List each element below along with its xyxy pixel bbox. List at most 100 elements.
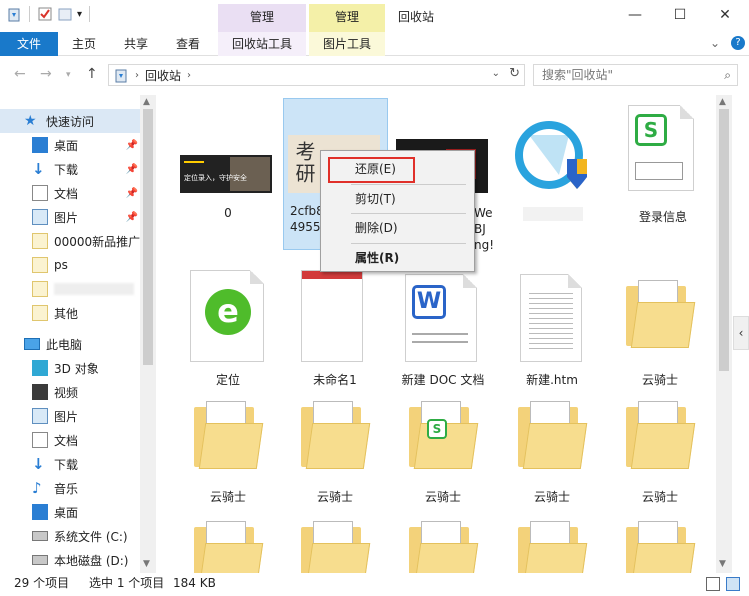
sidebar-item-pc-documents[interactable]: 文档 xyxy=(0,428,140,452)
folder-item[interactable]: 云骑士 xyxy=(285,395,385,505)
up-arrow-icon[interactable]: ↑ xyxy=(86,66,98,82)
file-name: 新建.htm xyxy=(526,373,578,387)
folder-icon xyxy=(626,521,696,573)
expand-ribbon-icon[interactable]: ⌄ xyxy=(710,36,720,50)
spreadsheet-file-icon: S xyxy=(628,105,694,191)
document-icon xyxy=(32,185,48,201)
sidebar-item-drive-c[interactable]: 系统文件 (C:) xyxy=(0,524,140,548)
folder-icon xyxy=(301,401,371,471)
file-item[interactable]: 未命名1 xyxy=(285,270,385,390)
folder-item[interactable]: 云骑士 xyxy=(178,395,278,505)
address-bar[interactable]: › 回收站 › ⌄ ↻ xyxy=(108,64,525,86)
scroll-up-icon[interactable]: ▲ xyxy=(719,97,726,107)
folder-icon xyxy=(626,280,696,350)
recycle-bin-icon[interactable] xyxy=(6,6,22,22)
sidebar-item-folder-other[interactable]: 其他 xyxy=(0,301,140,325)
details-view-icon[interactable] xyxy=(706,577,720,591)
folder-item[interactable] xyxy=(285,515,385,573)
folder-item[interactable] xyxy=(502,515,602,573)
breadcrumb-chevron-icon[interactable]: › xyxy=(135,70,139,81)
file-item[interactable]: W 新建 DOC 文档 xyxy=(393,270,493,390)
word-doc-icon: W xyxy=(405,274,477,362)
scroll-up-icon[interactable]: ▲ xyxy=(143,97,150,107)
sidebar-item-music[interactable]: ♪ 音乐 xyxy=(0,476,140,500)
scroll-down-icon[interactable]: ▼ xyxy=(719,559,726,569)
thumbnail-caption: 考研 xyxy=(292,141,316,185)
new-folder-icon[interactable] xyxy=(57,6,73,22)
menu-item-cut[interactable]: 剪切(T) xyxy=(321,188,474,210)
desktop-icon xyxy=(32,137,48,153)
file-item[interactable]: e 定位 xyxy=(178,270,278,390)
breadcrumb-chevron-icon[interactable]: › xyxy=(187,70,191,81)
menu-item-restore[interactable]: 还原(E) xyxy=(321,158,474,180)
recent-locations-icon[interactable]: ▾ xyxy=(66,70,71,80)
video-icon xyxy=(32,384,48,400)
sidebar-item-pictures[interactable]: 图片 📌 xyxy=(0,205,140,229)
menu-separator xyxy=(351,243,466,244)
sidebar-item-folder-promo[interactable]: 00000新品推广 xyxy=(0,229,140,253)
sidebar-item-pc-downloads[interactable]: ↓ 下载 xyxy=(0,452,140,476)
folder-item[interactable]: 云骑士 xyxy=(610,395,710,505)
customize-toolbar-icon[interactable]: ▾ xyxy=(77,9,82,20)
file-item[interactable]: 新建.htm xyxy=(502,270,602,390)
folder-icon xyxy=(194,401,264,471)
file-item[interactable] xyxy=(503,115,603,225)
search-placeholder: 搜索"回收站" xyxy=(542,68,614,82)
folder-item[interactable]: 云骑士 xyxy=(610,270,710,390)
menu-item-delete[interactable]: 删除(D) xyxy=(321,217,474,239)
sidebar-item-quick-access[interactable]: ★ 快速访问 xyxy=(0,109,140,133)
sidebar-item-drive-d[interactable]: 本地磁盘 (D:) xyxy=(0,548,140,572)
menu-separator xyxy=(351,213,466,214)
large-icons-view-icon[interactable] xyxy=(726,577,740,591)
forward-arrow-icon[interactable]: → xyxy=(40,66,52,82)
sidebar-item-folder-ps[interactable]: ps xyxy=(0,253,140,277)
close-button[interactable]: ✕ xyxy=(703,0,747,30)
file-item[interactable]: S 登录信息 xyxy=(613,105,713,225)
tab-share[interactable]: 共享 xyxy=(114,32,158,56)
properties-icon[interactable] xyxy=(37,6,53,22)
sidebar-item-pc-desktop[interactable]: 桌面 xyxy=(0,500,140,524)
sidebar-item-pc-pictures[interactable]: 图片 xyxy=(0,404,140,428)
scroll-thumb[interactable] xyxy=(143,109,153,365)
sidebar-item-folder-hidden[interactable] xyxy=(0,277,140,301)
tab-file[interactable]: 文件 xyxy=(0,32,58,56)
sidebar-item-documents[interactable]: 文档 📌 xyxy=(0,181,140,205)
refresh-icon[interactable]: ↻ xyxy=(509,66,520,81)
folder-item[interactable] xyxy=(178,515,278,573)
folder-item[interactable]: S 云骑士 xyxy=(393,395,493,505)
scroll-down-icon[interactable]: ▼ xyxy=(143,559,150,569)
folder-item[interactable]: 云骑士 xyxy=(502,395,602,505)
file-list-scrollbar[interactable]: ▲ ▼ xyxy=(716,95,732,573)
drive-icon xyxy=(32,555,48,565)
title-bar: ▾ 管理 管理 回收站 — ☐ ✕ xyxy=(0,0,749,32)
sidebar-item-this-pc[interactable]: 此电脑 xyxy=(0,332,140,356)
navigation-scrollbar[interactable]: ▲ ▼ xyxy=(140,95,156,573)
address-row: ← → ▾ ↑ › 回收站 › ⌄ ↻ 搜索"回收站" ⌕ xyxy=(0,60,749,90)
expand-pane-chevron-icon[interactable]: ‹ xyxy=(733,316,749,350)
sidebar-item-desktop[interactable]: 桌面 📌 xyxy=(0,133,140,157)
scroll-thumb[interactable] xyxy=(719,109,729,371)
file-name: 云骑士 xyxy=(209,490,246,504)
blurred-label xyxy=(54,283,134,295)
pc-icon xyxy=(24,338,40,350)
maximize-button[interactable]: ☐ xyxy=(658,0,702,30)
menu-item-properties[interactable]: 属性(R) xyxy=(321,247,474,269)
address-dropdown-icon[interactable]: ⌄ xyxy=(492,68,500,79)
tab-home[interactable]: 主页 xyxy=(62,32,106,56)
sidebar-item-downloads[interactable]: ↓ 下载 📌 xyxy=(0,157,140,181)
search-input[interactable]: 搜索"回收站" ⌕ xyxy=(533,64,738,86)
sidebar-item-3d-objects[interactable]: 3D 对象 xyxy=(0,356,140,380)
tab-view[interactable]: 查看 xyxy=(166,32,210,56)
breadcrumb-recycle-bin[interactable]: 回收站 xyxy=(145,67,181,84)
tab-recycle-bin-tools[interactable]: 回收站工具 xyxy=(218,32,306,56)
sidebar-item-videos[interactable]: 视频 xyxy=(0,380,140,404)
minimize-button[interactable]: — xyxy=(613,0,657,30)
folder-item[interactable] xyxy=(610,515,710,573)
tab-picture-tools[interactable]: 图片工具 xyxy=(309,32,385,56)
download-icon: ↓ xyxy=(32,455,45,473)
window-title: 回收站 xyxy=(398,10,435,24)
folder-item[interactable] xyxy=(393,515,493,573)
help-icon[interactable]: ? xyxy=(731,36,745,50)
back-arrow-icon[interactable]: ← xyxy=(14,66,26,82)
file-item[interactable]: 定位录入，守护安全 0 xyxy=(178,145,278,225)
